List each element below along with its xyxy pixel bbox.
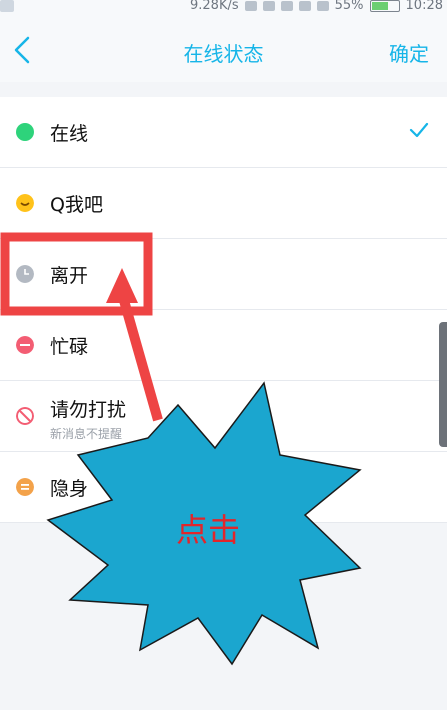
- app-notification-icon: [0, 0, 14, 12]
- wifi-icon: [280, 0, 293, 11]
- status-label: Q我吧: [50, 194, 103, 216]
- status-option-away[interactable]: 离开: [0, 239, 447, 310]
- status-sublabel: 新消息不提醒: [50, 427, 123, 441]
- clock: 10:28: [405, 0, 443, 13]
- bluetooth-icon: [262, 0, 275, 11]
- invisible-icon: [16, 478, 34, 496]
- checkmark-icon: [409, 122, 429, 138]
- status-label: 忙碌: [50, 336, 89, 358]
- clock-icon: [16, 265, 34, 283]
- status-bar-right: 9.28K/s 55% 10:28: [190, 0, 443, 13]
- status-option-online[interactable]: 在线: [0, 97, 447, 168]
- smile-icon: [16, 194, 34, 212]
- alarm-icon: [244, 0, 257, 11]
- status-label: 在线: [50, 123, 89, 145]
- status-list: 在线 Q我吧 离开 忙碌 请勿打扰 新消息不提醒 隐身: [0, 97, 447, 523]
- status-label: 请勿打扰: [50, 399, 127, 421]
- online-status-icon: [16, 123, 34, 141]
- do-not-disturb-icon: [16, 407, 34, 425]
- battery-icon: [369, 0, 400, 12]
- status-option-q-me[interactable]: Q我吧: [0, 168, 447, 239]
- network-speed: 9.28K/s: [190, 0, 239, 13]
- status-label: 离开: [50, 265, 89, 287]
- status-label: 隐身: [50, 478, 89, 500]
- confirm-button[interactable]: 确定: [389, 38, 429, 67]
- signal-icon-2: [316, 0, 329, 11]
- signal-icon: [298, 0, 311, 11]
- status-bar: 9.28K/s 55% 10:28: [0, 0, 447, 18]
- annotation-text: 点击: [176, 511, 241, 549]
- busy-icon: [16, 336, 34, 354]
- status-option-busy[interactable]: 忙碌: [0, 310, 447, 381]
- scroll-handle[interactable]: [439, 322, 447, 447]
- nav-header: 在线状态 确定: [0, 18, 447, 82]
- battery-percent: 55%: [334, 0, 364, 13]
- page-title: 在线状态: [183, 42, 264, 66]
- status-option-dnd[interactable]: 请勿打扰 新消息不提醒: [0, 381, 447, 452]
